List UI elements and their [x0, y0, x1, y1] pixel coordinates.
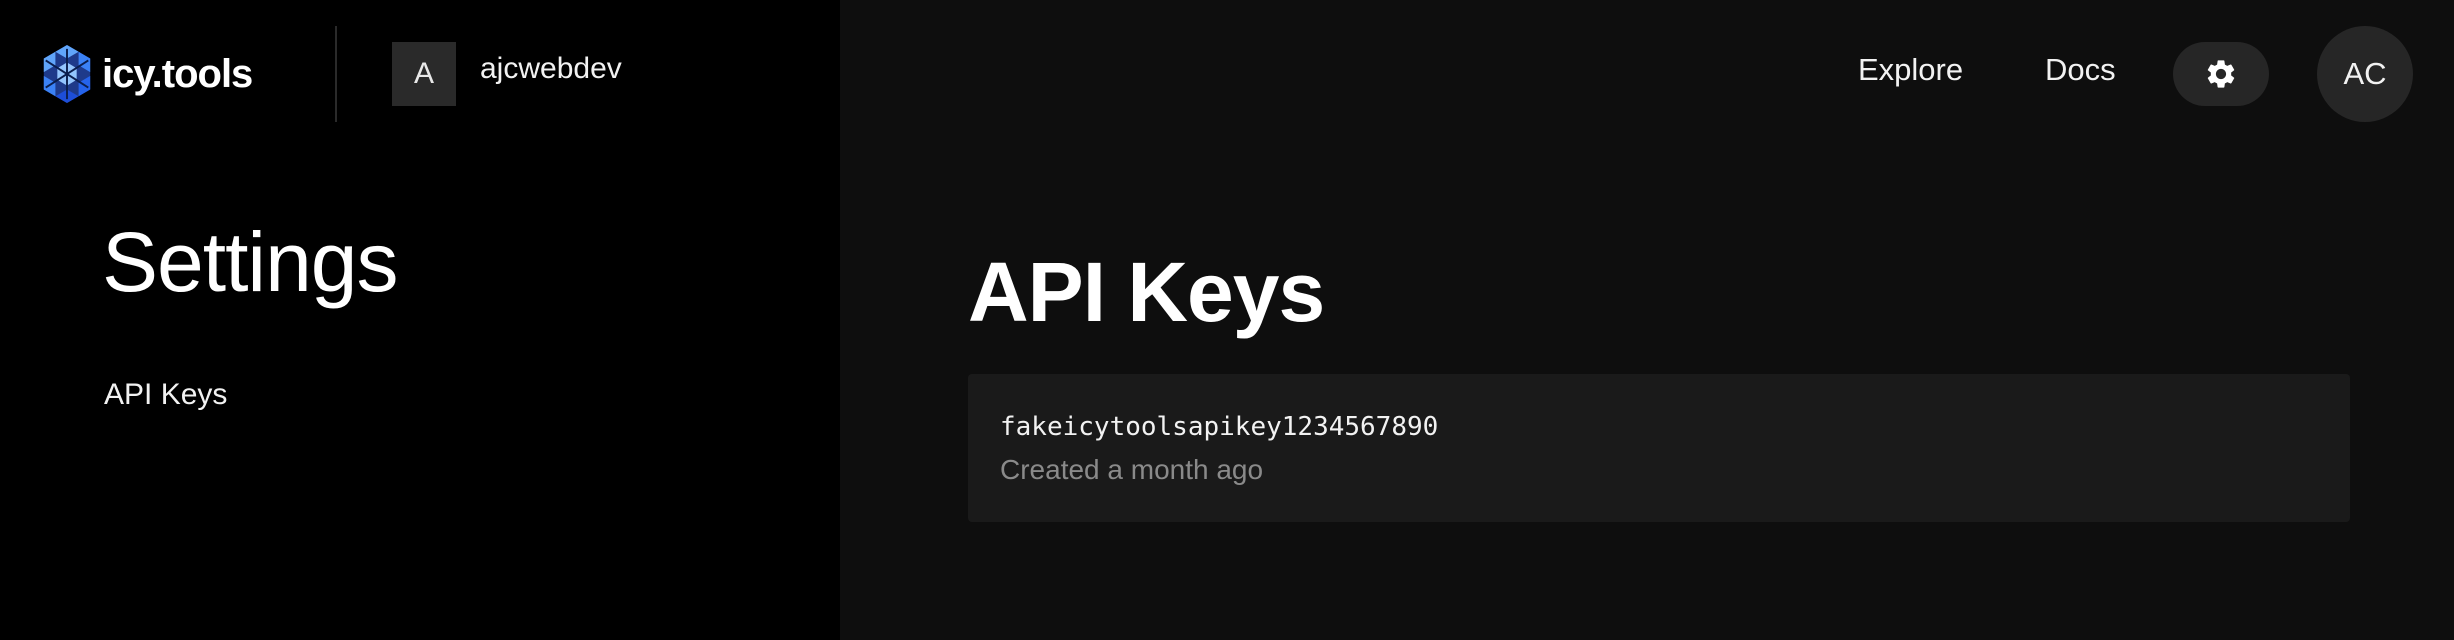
nav-explore-link[interactable]: Explore	[1858, 52, 1963, 88]
api-key-card[interactable]: fakeicytoolsapikey1234567890 Created a m…	[968, 374, 2350, 522]
account-avatar[interactable]: A	[392, 42, 456, 106]
brand-logo[interactable]: icy.tools	[38, 42, 253, 106]
brand-name: icy.tools	[102, 51, 253, 96]
account-name[interactable]: ajcwebdev	[480, 52, 622, 86]
page-title: Settings	[102, 215, 399, 309]
snowflake-logo-icon	[43, 45, 91, 103]
api-key-value[interactable]: fakeicytoolsapikey1234567890	[1000, 412, 1438, 442]
section-title: API Keys	[968, 245, 1325, 339]
api-key-created: Created a month ago	[1000, 454, 1264, 485]
sidebar-item-api-keys[interactable]: API Keys	[104, 378, 227, 412]
header-divider	[335, 26, 337, 122]
nav-docs-link[interactable]: Docs	[2045, 52, 2116, 88]
gear-icon	[2207, 60, 2235, 88]
user-avatar[interactable]: AC	[2317, 26, 2413, 122]
settings-button[interactable]	[2173, 42, 2269, 106]
